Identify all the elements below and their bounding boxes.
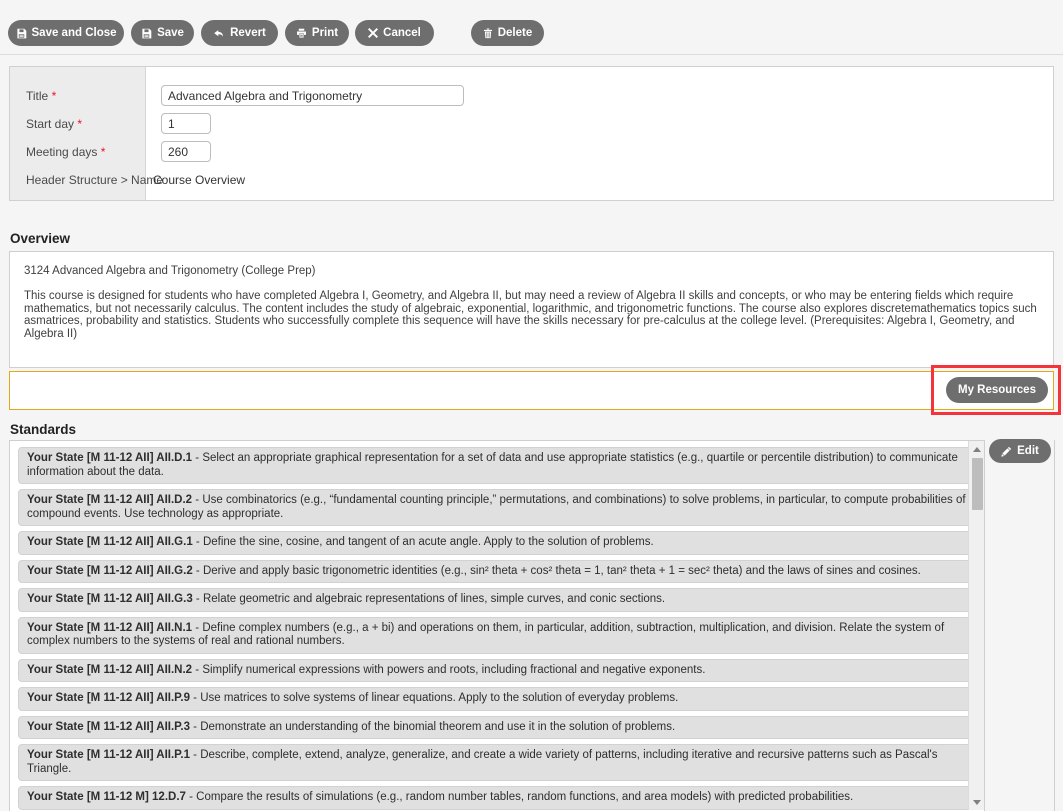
standard-text: - Use matrices to solve systems of linea… <box>190 692 678 704</box>
overview-body-text: This course is designed for students who… <box>24 290 1039 340</box>
title-label: Title * <box>26 82 56 110</box>
standard-code: Your State [M 11-12 AII] AII.D.2 <box>27 494 192 506</box>
delete-button[interactable]: Delete <box>471 20 544 46</box>
resource-toolbar <box>9 371 1054 410</box>
panel-right-edge <box>1054 440 1055 811</box>
overview-heading: Overview <box>10 231 70 246</box>
edit-label: Edit <box>1017 445 1039 457</box>
standard-row[interactable]: Your State [M 11-12 AII] AII.G.3 - Relat… <box>18 588 976 612</box>
standard-row[interactable]: Your State [M 11-12 AII] AII.G.1 - Defin… <box>18 531 976 555</box>
standard-code: Your State [M 11-12 AII] AII.P.1 <box>27 749 190 761</box>
top-toolbar: Save and Close Save Revert Print Cancel … <box>0 0 1063 55</box>
standard-text: - Derive and apply basic trigonometric i… <box>193 565 921 577</box>
revert-label: Revert <box>230 27 266 39</box>
delete-label: Delete <box>498 27 533 39</box>
standards-scrollbar[interactable] <box>968 441 984 810</box>
start-day-input[interactable] <box>161 113 211 134</box>
standards-list: Your State [M 11-12 AII] AII.D.1 - Selec… <box>9 440 985 811</box>
print-label: Print <box>312 27 338 39</box>
required-marker: * <box>77 117 82 131</box>
required-marker: * <box>101 145 106 159</box>
meeting-days-input[interactable] <box>161 141 211 162</box>
form-row-header-structure: Header Structure > Name Course Overview <box>10 166 1053 194</box>
scroll-up-arrow-icon[interactable] <box>969 442 985 456</box>
revert-button[interactable]: Revert <box>201 20 278 46</box>
form-row-meeting-days: Meeting days * <box>10 138 1053 166</box>
pencil-icon <box>1001 446 1012 457</box>
overview-textarea[interactable]: 3124 Advanced Algebra and Trigonometry (… <box>9 251 1054 368</box>
standard-row[interactable]: Your State [M 11-12 AII] AII.P.3 - Demon… <box>18 716 976 740</box>
trash-icon <box>483 28 493 39</box>
overview-course-line: 3124 Advanced Algebra and Trigonometry (… <box>24 264 1039 278</box>
print-button[interactable]: Print <box>285 20 349 46</box>
header-structure-value: Course Overview <box>153 166 245 194</box>
standard-code: Your State [M 11-12 AII] AII.P.3 <box>27 721 190 733</box>
save-button[interactable]: Save <box>131 20 194 46</box>
save-and-close-button[interactable]: Save and Close <box>8 20 124 46</box>
close-x-icon <box>368 28 378 38</box>
standard-code: Your State [M 11-12 M] 12.D.7 <box>27 791 186 803</box>
edit-standards-button[interactable]: Edit <box>989 439 1051 463</box>
standard-text: - Demonstrate an understanding of the bi… <box>190 721 675 733</box>
undo-arrow-icon <box>213 28 225 39</box>
my-resources-button[interactable]: My Resources <box>946 377 1048 403</box>
standard-row[interactable]: Your State [M 11-12 AII] AII.N.2 - Simpl… <box>18 659 976 683</box>
standard-row[interactable]: Your State [M 11-12 AII] AII.P.9 - Use m… <box>18 687 976 711</box>
standard-row[interactable]: Your State [M 11-12 M] 12.D.7 - Compare … <box>18 786 976 810</box>
save-label: Save <box>157 27 184 39</box>
printer-icon <box>296 28 307 39</box>
scrollbar-thumb[interactable] <box>972 458 983 510</box>
standard-text: - Relate geometric and algebraic represe… <box>193 593 665 605</box>
start-day-label: Start day * <box>26 110 82 138</box>
cancel-button[interactable]: Cancel <box>355 20 434 46</box>
scroll-down-arrow-icon[interactable] <box>969 795 985 809</box>
form-row-start-day: Start day * <box>10 110 1053 138</box>
required-marker: * <box>52 89 57 103</box>
standard-code: Your State [M 11-12 AII] AII.G.1 <box>27 536 193 548</box>
standard-row[interactable]: Your State [M 11-12 AII] AII.N.1 - Defin… <box>18 617 976 654</box>
title-input[interactable] <box>161 85 464 106</box>
standard-code: Your State [M 11-12 AII] AII.P.9 <box>27 692 190 704</box>
standard-text: - Simplify numerical expressions with po… <box>192 664 705 676</box>
standard-row[interactable]: Your State [M 11-12 AII] AII.D.1 - Selec… <box>18 447 976 484</box>
standard-code: Your State [M 11-12 AII] AII.G.2 <box>27 565 193 577</box>
course-properties-panel: Title * Start day * Meeting days * Heade… <box>9 66 1054 201</box>
save-and-close-label: Save and Close <box>32 27 117 39</box>
meeting-days-label: Meeting days * <box>26 138 105 166</box>
standards-heading: Standards <box>10 422 76 437</box>
standard-code: Your State [M 11-12 AII] AII.D.1 <box>27 452 192 464</box>
standard-row[interactable]: Your State [M 11-12 AII] AII.P.1 - Descr… <box>18 744 976 781</box>
form-row-title: Title * <box>10 82 1053 110</box>
standard-code: Your State [M 11-12 AII] AII.G.3 <box>27 593 193 605</box>
cancel-label: Cancel <box>383 27 421 39</box>
standard-text: - Define the sine, cosine, and tangent o… <box>193 536 654 548</box>
my-resources-label: My Resources <box>958 384 1036 396</box>
standard-text: - Compare the results of simulations (e.… <box>186 791 853 803</box>
standard-row[interactable]: Your State [M 11-12 AII] AII.G.2 - Deriv… <box>18 560 976 584</box>
header-structure-label: Header Structure > Name <box>26 166 163 194</box>
floppy-disk-icon <box>16 28 27 39</box>
standard-code: Your State [M 11-12 AII] AII.N.2 <box>27 664 192 676</box>
standard-code: Your State [M 11-12 AII] AII.N.1 <box>27 622 192 634</box>
standard-row[interactable]: Your State [M 11-12 AII] AII.D.2 - Use c… <box>18 489 976 526</box>
floppy-disk-icon <box>141 28 152 39</box>
